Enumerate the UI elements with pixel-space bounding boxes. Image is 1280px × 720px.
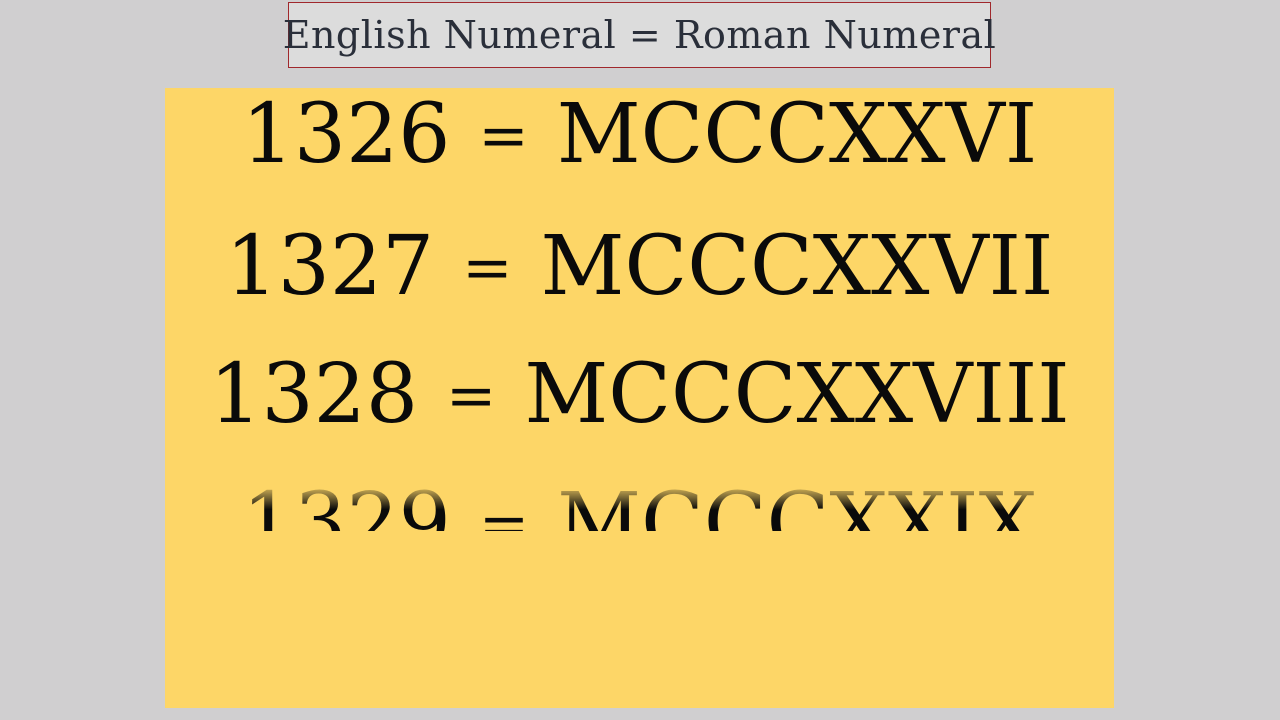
numeral-row: 1327 = MCCCXXVII [165, 226, 1114, 308]
title-box: English Numeral = Roman Numeral [283, 2, 996, 68]
numeral-panel: 1326 = MCCCXXVI 1327 = MCCCXXVII 1328 = MCCCXX… [165, 88, 1114, 708]
page-title: English Numeral = Roman Numeral [282, 13, 997, 57]
roman-numeral: MCCCXXVI [556, 88, 1038, 182]
roman-numeral: MCCCXXVII [540, 219, 1054, 314]
english-numeral: 1326 [241, 88, 451, 182]
english-numeral: 1328 [209, 347, 419, 442]
roman-numeral: MCCCXXIX [557, 483, 1037, 531]
roman-numeral: MCCCXXVIII [524, 347, 1070, 442]
numeral-row: 1328 = MCCCXXVIII [165, 354, 1114, 436]
numeral-row-partial: 1329 = MCCCXXIX [165, 483, 1114, 531]
english-numeral: 1327 [225, 219, 435, 314]
equals-sign: = [462, 233, 513, 303]
english-numeral: 1329 [242, 483, 451, 531]
equals-sign: = [446, 361, 497, 431]
equals-sign: = [478, 490, 530, 531]
equals-sign: = [478, 101, 529, 171]
numeral-row: 1326 = MCCCXXVI [165, 94, 1114, 176]
